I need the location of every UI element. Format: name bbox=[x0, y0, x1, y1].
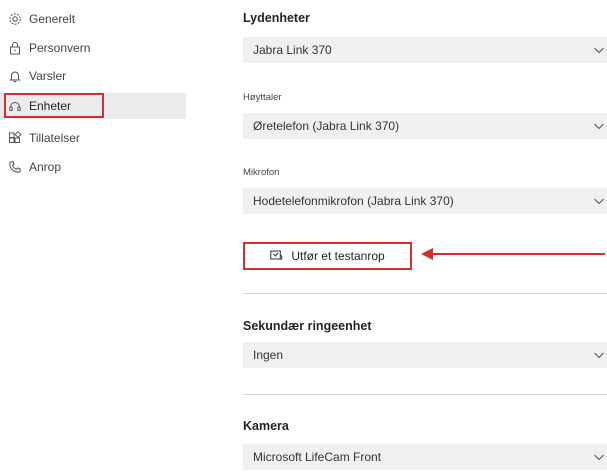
sidebar-item-enheter[interactable]: Enheter bbox=[0, 93, 186, 119]
secondary-ringer-heading: Sekundær ringeenhet bbox=[243, 319, 372, 333]
sidebar-item-tillatelser[interactable]: Tillatelser bbox=[0, 125, 186, 151]
phone-icon bbox=[8, 160, 22, 174]
sidebar-item-generelt[interactable]: Generelt bbox=[0, 6, 186, 32]
microphone-value: Hodetelefonmikrofon (Jabra Link 370) bbox=[253, 194, 454, 208]
test-call-label: Utfør et testanrop bbox=[291, 249, 385, 263]
chevron-down-icon bbox=[593, 44, 605, 56]
audio-devices-heading: Lydenheter bbox=[243, 11, 310, 25]
camera-value: Microsoft LifeCam Front bbox=[253, 450, 382, 464]
audio-device-value: Jabra Link 370 bbox=[253, 43, 332, 57]
sidebar-item-label: Tillatelser bbox=[29, 131, 80, 145]
lock-icon bbox=[8, 41, 22, 55]
devices-icon bbox=[8, 99, 22, 113]
sidebar-item-anrop[interactable]: Anrop bbox=[0, 154, 186, 180]
camera-dropdown[interactable]: Microsoft LifeCam Front bbox=[243, 444, 607, 470]
sidebar-item-label: Varsler bbox=[29, 69, 67, 83]
red-arrow-annotation bbox=[421, 248, 605, 260]
apps-icon bbox=[8, 131, 22, 145]
sidebar-item-personvern[interactable]: Personvern bbox=[0, 35, 186, 61]
sidebar-item-varsler[interactable]: Varsler bbox=[0, 63, 186, 89]
test-call-button[interactable]: Utfør et testanrop bbox=[243, 242, 412, 270]
chevron-down-icon bbox=[593, 120, 605, 132]
secondary-ringer-dropdown[interactable]: Ingen bbox=[243, 342, 607, 368]
speaker-label: Høyttaler bbox=[243, 92, 282, 103]
test-call-icon bbox=[270, 250, 284, 262]
sidebar-item-label: Personvern bbox=[29, 41, 91, 55]
sidebar-item-label: Anrop bbox=[29, 160, 62, 174]
sidebar-item-label: Enheter bbox=[29, 99, 72, 113]
microphone-label: Mikrofon bbox=[243, 167, 280, 178]
chevron-down-icon bbox=[593, 349, 605, 361]
chevron-down-icon bbox=[593, 451, 605, 463]
speaker-dropdown[interactable]: Øretelefon (Jabra Link 370) bbox=[243, 113, 607, 139]
camera-heading: Kamera bbox=[243, 419, 289, 433]
bell-icon bbox=[8, 69, 22, 83]
chevron-down-icon bbox=[593, 195, 605, 207]
settings-sidebar: Generelt Personvern Varsler Enheter Till… bbox=[0, 0, 186, 472]
gear-icon bbox=[8, 12, 22, 26]
device-settings-panel: Lydenheter Jabra Link 370 Høyttaler Øret… bbox=[243, 0, 607, 472]
section-divider bbox=[243, 293, 607, 294]
speaker-value: Øretelefon (Jabra Link 370) bbox=[253, 119, 400, 133]
audio-device-dropdown[interactable]: Jabra Link 370 bbox=[243, 37, 607, 63]
secondary-ringer-value: Ingen bbox=[253, 348, 284, 362]
section-divider bbox=[243, 394, 607, 395]
sidebar-item-label: Generelt bbox=[29, 12, 76, 26]
microphone-dropdown[interactable]: Hodetelefonmikrofon (Jabra Link 370) bbox=[243, 188, 607, 214]
